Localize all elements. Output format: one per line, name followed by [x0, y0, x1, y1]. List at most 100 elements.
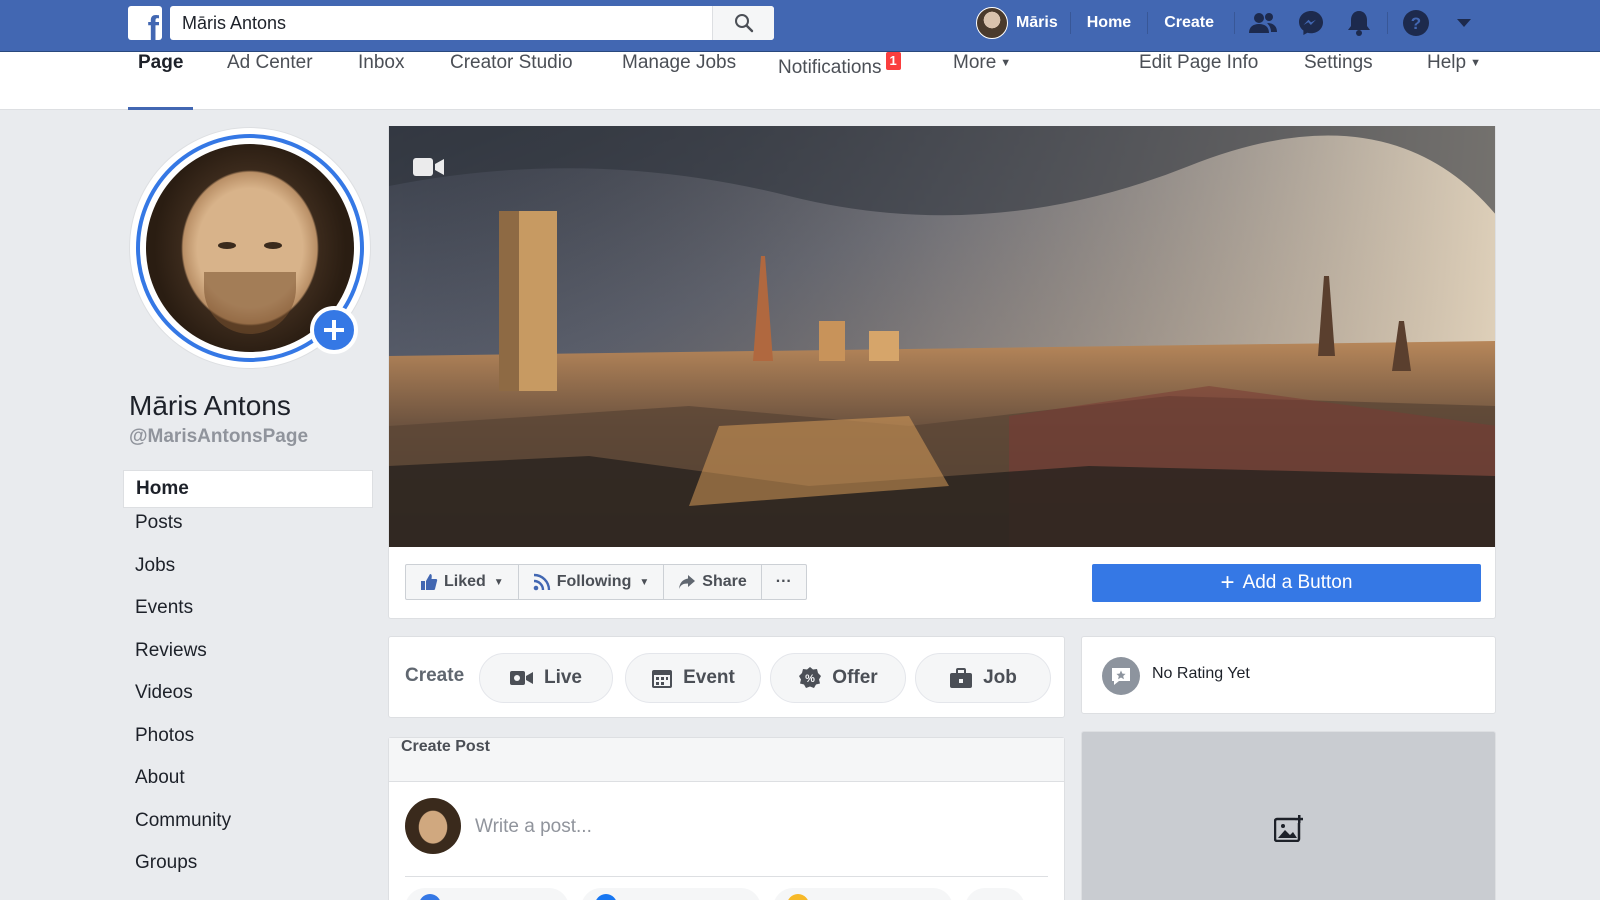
- divider: [405, 876, 1048, 877]
- search-box: [170, 6, 774, 40]
- rating-text: No Rating Yet: [1152, 665, 1250, 682]
- tab-ad-center[interactable]: Ad Center: [227, 52, 313, 110]
- post-option-chip[interactable]: [405, 888, 569, 900]
- search-input[interactable]: [170, 6, 710, 40]
- tab-edit-page-info[interactable]: Edit Page Info: [1139, 52, 1258, 110]
- left-nav-about[interactable]: About: [123, 767, 373, 810]
- notification-badge: 1: [885, 52, 901, 70]
- page-title[interactable]: Māris Antons: [129, 390, 291, 422]
- page-username[interactable]: @MarisAntonsPage: [129, 426, 308, 448]
- left-nav-groups[interactable]: Groups: [123, 852, 373, 895]
- left-nav-videos[interactable]: Videos: [123, 682, 373, 725]
- tab-inbox[interactable]: Inbox: [358, 52, 404, 110]
- cover-photo[interactable]: [388, 126, 1496, 547]
- left-nav-events[interactable]: Events: [123, 597, 373, 640]
- photo-detail: [218, 242, 236, 249]
- following-button[interactable]: Following ▼: [519, 565, 665, 599]
- left-nav-jobs[interactable]: Jobs: [123, 555, 373, 598]
- profile-picture-frame: [130, 128, 370, 368]
- avatar: [975, 7, 1008, 39]
- help-icon[interactable]: ?: [1392, 0, 1440, 46]
- add-photo-placeholder[interactable]: [1081, 731, 1496, 900]
- briefcase-icon: [950, 668, 973, 688]
- search-button[interactable]: [712, 6, 774, 40]
- rss-icon: [533, 573, 550, 591]
- video-camera-icon[interactable]: [413, 156, 445, 178]
- add-profile-photo-button[interactable]: [310, 306, 358, 354]
- more-options-button[interactable]: ···: [762, 565, 806, 599]
- cover-action-bar: Liked ▼ Following ▼ Share ··· + Add a Butt…: [388, 547, 1496, 619]
- user-name: Māris: [1015, 14, 1058, 31]
- create-event-label: Event: [683, 667, 735, 688]
- facebook-logo-icon[interactable]: f: [128, 6, 162, 40]
- write-post-input[interactable]: [475, 813, 1035, 841]
- create-offer-button[interactable]: % Offer: [770, 653, 906, 703]
- left-nav-posts[interactable]: Posts: [123, 512, 373, 555]
- left-nav-home[interactable]: Home: [123, 470, 373, 508]
- bell-icon[interactable]: [1335, 0, 1383, 46]
- left-nav-community[interactable]: Community: [123, 810, 373, 853]
- tab-help[interactable]: Help ▼: [1427, 52, 1481, 110]
- liked-label: Liked: [444, 573, 486, 590]
- rating-card[interactable]: No Rating Yet: [1081, 636, 1496, 714]
- divider: [1387, 12, 1388, 34]
- left-nav-photos[interactable]: Photos: [123, 725, 373, 768]
- create-post-title: Create Post: [389, 738, 1064, 782]
- add-photo-icon: [1274, 815, 1303, 842]
- post-option-chip[interactable]: [965, 888, 1025, 900]
- left-nav: Home Posts Jobs Events Reviews Videos Ph…: [123, 470, 373, 895]
- caret-down-icon: ▼: [1000, 57, 1012, 69]
- tab-manage-jobs[interactable]: Manage Jobs: [622, 52, 736, 110]
- left-nav-reviews[interactable]: Reviews: [123, 640, 373, 683]
- create-job-label: Job: [983, 667, 1017, 688]
- create-post-card: Create Post: [388, 737, 1065, 900]
- review-star-icon: [1102, 657, 1140, 695]
- tab-page[interactable]: Page: [128, 52, 194, 110]
- add-a-button[interactable]: + Add a Button: [1092, 564, 1481, 602]
- feeling-icon: [787, 894, 809, 900]
- profile-link[interactable]: Māris: [964, 7, 1070, 39]
- post-option-chip[interactable]: [773, 888, 953, 900]
- caret-down-icon: ▼: [1470, 57, 1481, 69]
- messenger-icon[interactable]: [1287, 0, 1335, 46]
- create-label: Create: [405, 665, 465, 686]
- tab-notifications-label: Notifications: [778, 57, 882, 78]
- caret-down-icon: ▼: [493, 576, 504, 588]
- search-icon: [734, 14, 753, 33]
- create-offer-label: Offer: [832, 667, 878, 688]
- tab-notifications[interactable]: Notifications 1: [778, 52, 901, 110]
- photo-detail: [204, 272, 296, 334]
- divider: [1234, 12, 1235, 34]
- share-button[interactable]: Share: [664, 565, 762, 599]
- tab-more[interactable]: More ▼: [953, 52, 1011, 110]
- caret-down-icon[interactable]: [1440, 0, 1488, 46]
- top-bar: f Māris Home Create ?: [0, 0, 1600, 52]
- tab-more-label: More: [953, 52, 997, 73]
- video-camera-icon: [509, 671, 533, 685]
- share-label: Share: [702, 573, 747, 590]
- tag-icon: [595, 894, 617, 900]
- tab-creator-studio[interactable]: Creator Studio: [450, 52, 573, 110]
- create-live-button[interactable]: Live: [479, 653, 613, 703]
- percent-badge-icon: %: [799, 667, 822, 688]
- photo-icon: [419, 894, 441, 900]
- following-label: Following: [556, 573, 632, 590]
- create-link[interactable]: Create: [1147, 12, 1230, 34]
- liked-button[interactable]: Liked ▼: [406, 565, 519, 599]
- svg-text:%: %: [805, 673, 815, 685]
- friends-icon[interactable]: [1239, 0, 1287, 46]
- top-bar-right: Māris Home Create ?: [964, 0, 1488, 46]
- share-arrow-icon: [679, 575, 696, 589]
- thumbs-up-icon: [421, 574, 438, 590]
- svg-text:?: ?: [1411, 14, 1421, 33]
- post-option-chip[interactable]: [581, 888, 761, 900]
- add-a-button-label: Add a Button: [1242, 572, 1353, 593]
- page-action-buttons: Liked ▼ Following ▼ Share ···: [405, 564, 807, 600]
- create-job-button[interactable]: Job: [915, 653, 1051, 703]
- create-event-button[interactable]: Event: [625, 653, 761, 703]
- caret-down-icon: ▼: [639, 576, 650, 588]
- home-link[interactable]: Home: [1069, 12, 1147, 34]
- tab-settings[interactable]: Settings: [1304, 52, 1373, 110]
- page-nav: Page Ad Center Inbox Creator Studio Mana…: [0, 52, 1600, 110]
- plus-icon: [324, 320, 344, 340]
